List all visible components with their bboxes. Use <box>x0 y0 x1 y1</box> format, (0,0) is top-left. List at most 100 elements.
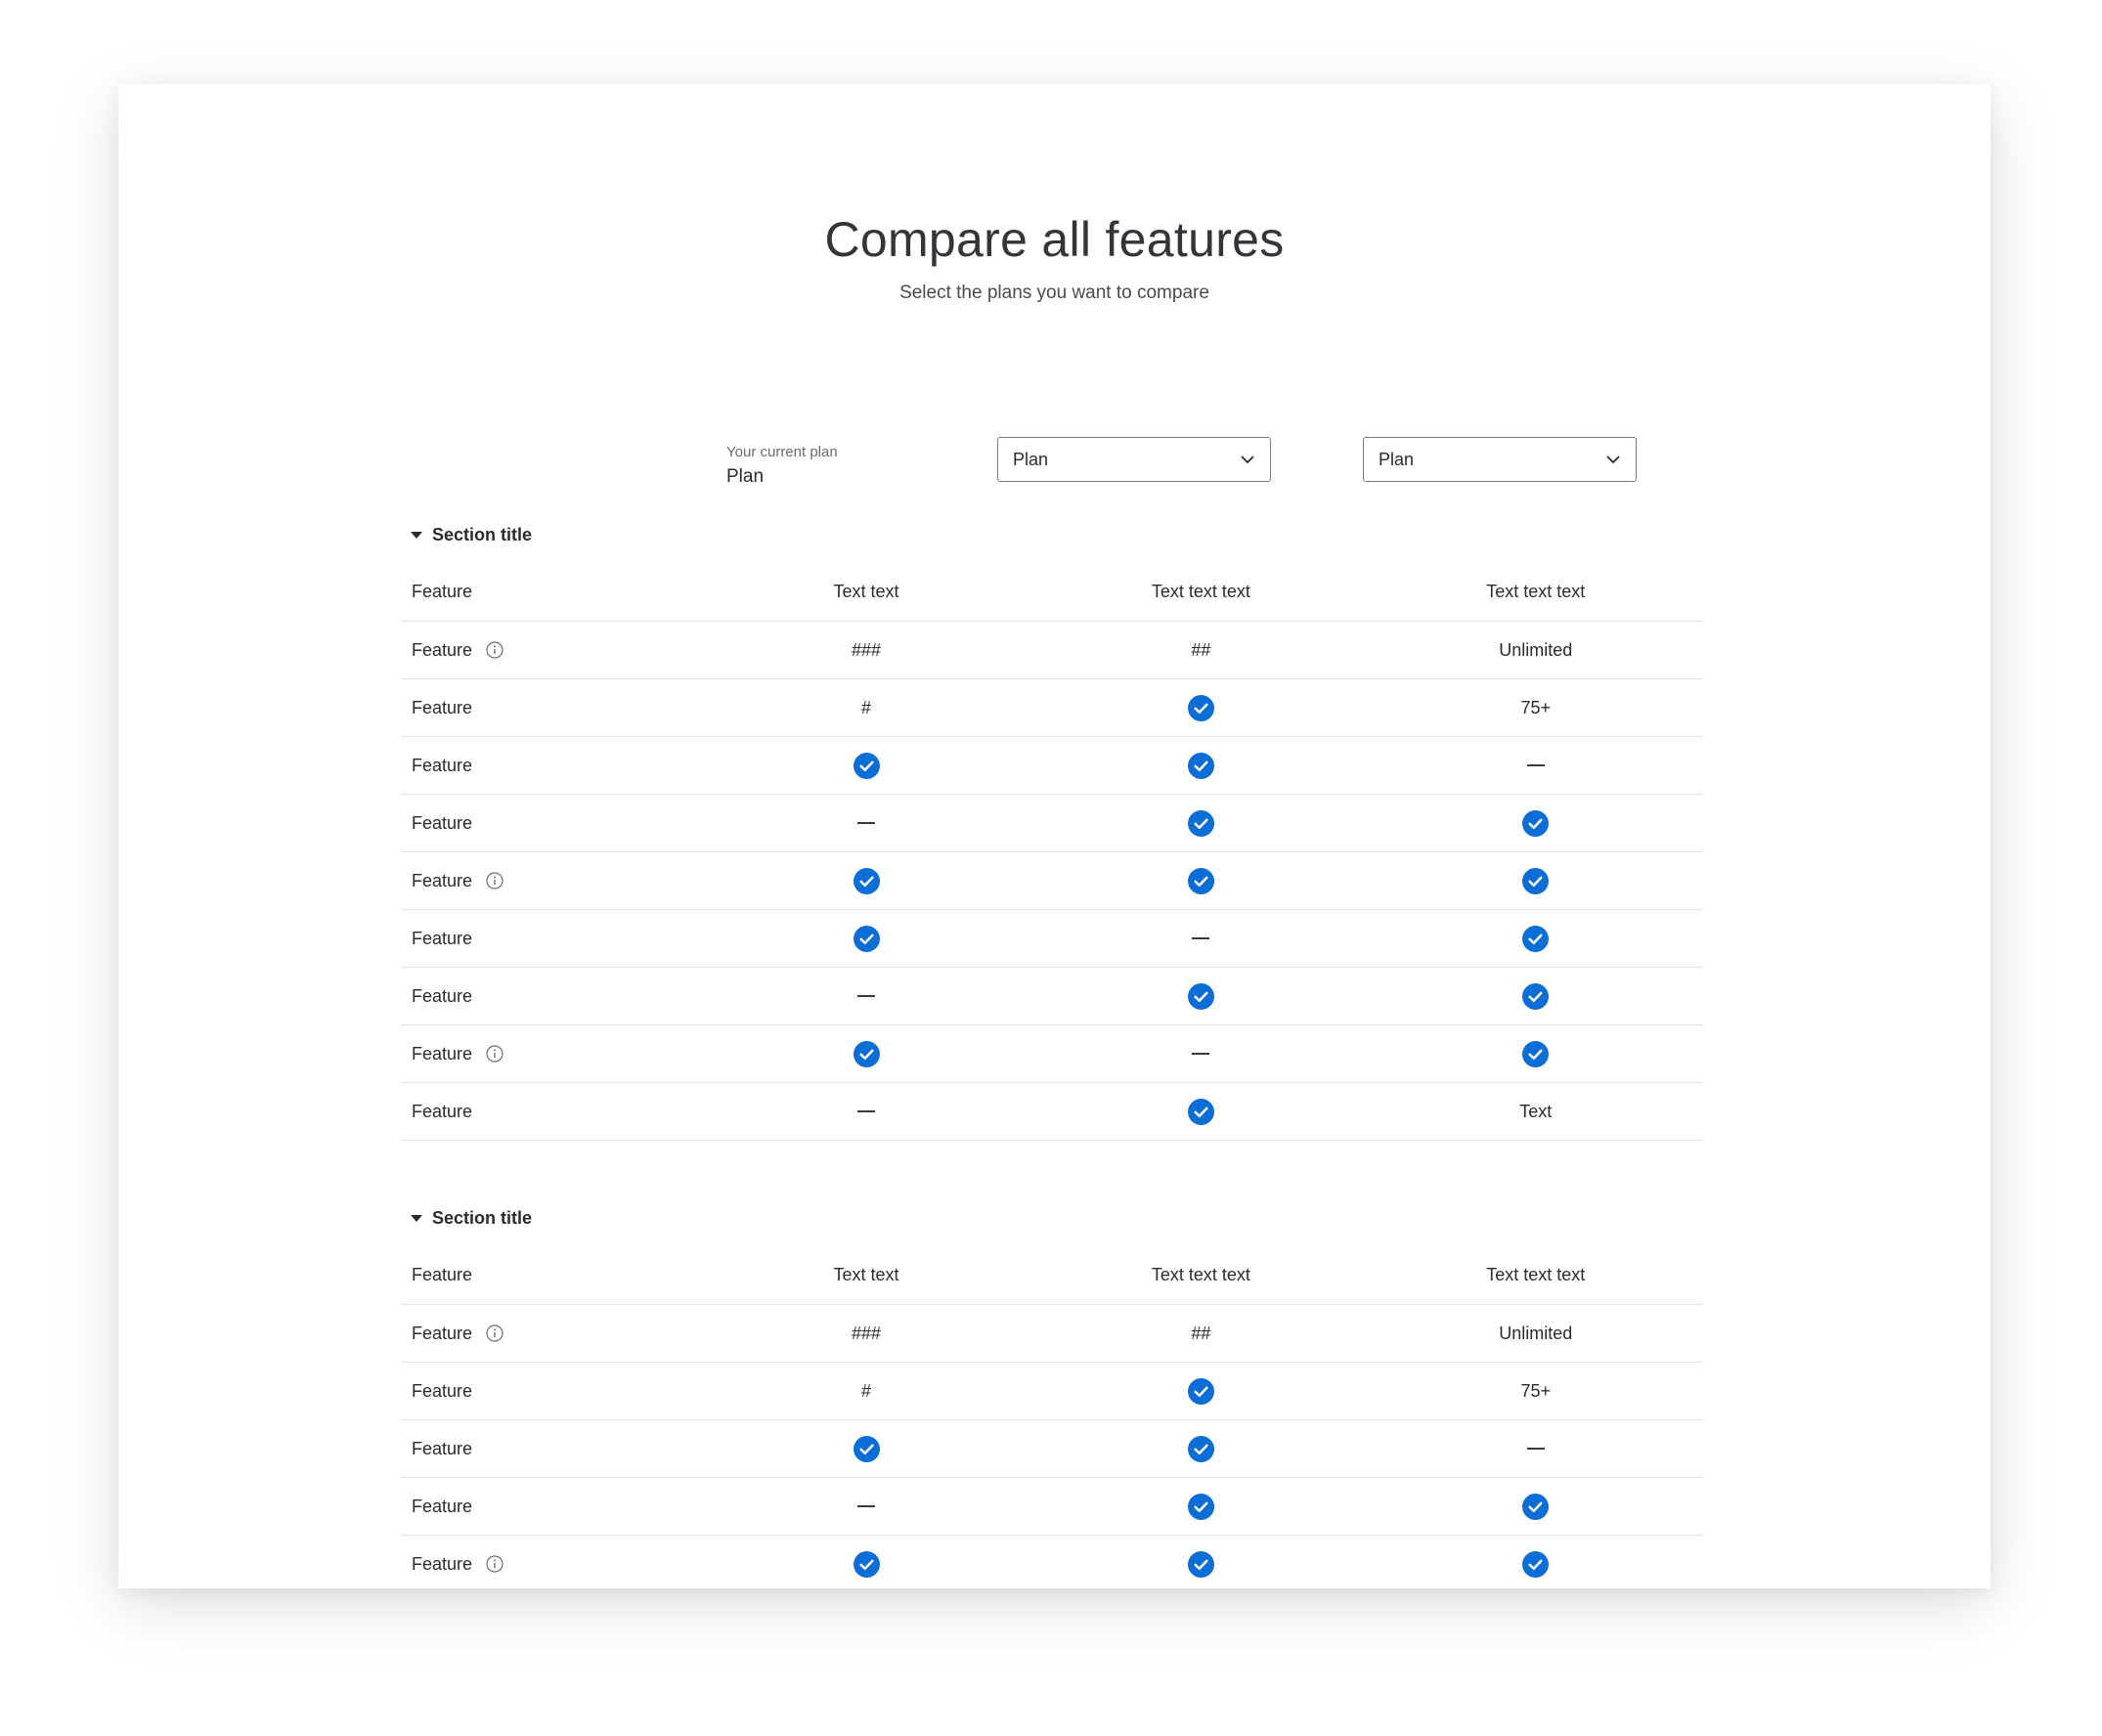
compare-features-card: Compare all features Select the plans yo… <box>118 84 1991 1588</box>
value-cell <box>1369 982 1703 1010</box>
value-cell <box>1033 867 1368 894</box>
value-cell <box>1369 1493 1703 1520</box>
table-row: Feature <box>401 1420 1703 1478</box>
check-circle-icon <box>853 867 880 894</box>
value-cell <box>699 1550 1033 1578</box>
feature-cell: Feature <box>401 986 699 1007</box>
table-row: Feature <box>401 1536 1703 1588</box>
table-header-row: Feature Text text Text text text Text text … <box>401 563 1703 622</box>
value-text: ## <box>1191 1323 1211 1343</box>
dash-icon <box>857 1110 876 1112</box>
feature-label: Feature <box>412 985 473 1006</box>
dash-icon <box>857 822 876 824</box>
value-text: # <box>861 697 872 717</box>
value-text: Unlimited <box>1499 1323 1573 1343</box>
table-row: Feature <box>401 910 1703 968</box>
table-row: Feature <box>401 737 1703 795</box>
feature-cell: Feature <box>401 813 699 834</box>
table-row: Feature #75+ <box>401 679 1703 737</box>
value-cell <box>1033 1493 1368 1520</box>
value-cell: ### <box>699 1324 1033 1344</box>
check-circle-icon <box>853 1550 880 1578</box>
feature-section-1: Section title Feature Text text Text text t… <box>401 506 1703 1141</box>
column-header-label: Feature <box>412 582 473 601</box>
feature-label: Feature <box>412 1323 473 1343</box>
current-plan: Your current plan Plan <box>726 444 838 488</box>
check-circle-icon <box>1522 1493 1550 1520</box>
value-text: 75+ <box>1520 697 1552 717</box>
value-cell: # <box>699 698 1033 718</box>
feature-label: Feature <box>412 1043 473 1063</box>
page-subtitle: Select the plans you want to compare <box>899 282 1209 303</box>
value-cell <box>699 925 1033 952</box>
value-cell <box>699 867 1033 894</box>
info-icon[interactable] <box>486 641 504 659</box>
dash-icon <box>1192 937 1210 939</box>
table-row: Feature <box>401 1478 1703 1536</box>
plan-select-1[interactable]: Plan <box>997 437 1271 482</box>
check-circle-icon <box>1187 982 1214 1010</box>
plan-select-2[interactable]: Plan <box>1363 437 1637 482</box>
value-cell <box>1033 809 1368 837</box>
check-circle-icon <box>1187 1435 1214 1462</box>
feature-cell: Feature <box>401 1324 699 1344</box>
column-header: Feature <box>401 1265 699 1285</box>
info-icon[interactable] <box>486 1555 504 1573</box>
feature-cell: Feature <box>401 1102 699 1122</box>
section-title: Section title <box>432 524 533 544</box>
section-title: Section title <box>432 1207 533 1228</box>
column-header-label: Feature <box>412 1265 473 1284</box>
check-circle-icon <box>1522 925 1550 952</box>
feature-label: Feature <box>412 1553 473 1574</box>
column-header: Feature <box>401 582 699 602</box>
check-circle-icon <box>1187 1377 1214 1405</box>
check-circle-icon <box>1187 1493 1214 1520</box>
feature-label: Feature <box>412 1496 473 1516</box>
caret-down-icon <box>411 1214 422 1222</box>
table-row: Feature <box>401 795 1703 852</box>
value-cell: ## <box>1033 1324 1368 1344</box>
check-circle-icon <box>853 1040 880 1067</box>
feature-cell: Feature <box>401 871 699 891</box>
feature-cell: Feature <box>401 756 699 776</box>
dash-icon <box>1526 764 1545 766</box>
dash-icon <box>857 995 876 997</box>
value-cell: 75+ <box>1369 1381 1703 1402</box>
section-header[interactable]: Section title <box>401 1190 1703 1246</box>
section-header[interactable]: Section title <box>401 506 1703 563</box>
table-row: Feature ### ## Unlimited <box>401 622 1703 679</box>
check-circle-icon <box>1522 1550 1550 1578</box>
feature-label: Feature <box>412 1380 473 1401</box>
value-cell <box>1033 1098 1368 1125</box>
value-cell <box>699 1435 1033 1462</box>
feature-label: Feature <box>412 639 473 660</box>
check-circle-icon <box>1522 982 1550 1010</box>
column-header: Text text <box>699 1265 1033 1285</box>
feature-cell: Feature <box>401 1044 699 1064</box>
info-icon[interactable] <box>486 872 504 890</box>
check-circle-icon <box>853 752 880 779</box>
value-cell: ## <box>1033 640 1368 661</box>
info-icon[interactable] <box>486 1324 504 1342</box>
value-cell: Unlimited <box>1369 640 1703 661</box>
feature-section-2: Section title Feature Text text Text text t… <box>401 1190 1703 1588</box>
dash-icon <box>1192 1053 1210 1055</box>
value-cell <box>699 822 1033 824</box>
feature-cell: Feature <box>401 929 699 949</box>
plan-select-2-value: Plan <box>1379 449 1415 469</box>
info-icon[interactable] <box>486 1045 504 1063</box>
column-header: Text text text <box>1369 582 1703 602</box>
feature-label: Feature <box>412 755 473 775</box>
table-row: Feature ### ## Unlimited <box>401 1305 1703 1363</box>
value-cell <box>1033 1550 1368 1578</box>
dash-icon <box>857 1505 876 1507</box>
value-cell <box>1033 694 1368 721</box>
feature-label: Feature <box>412 1438 473 1458</box>
value-cell: Unlimited <box>1369 1324 1703 1344</box>
column-header-label: Text text text <box>1151 582 1250 601</box>
column-header-label: Text text text <box>1486 1265 1586 1284</box>
table-row: Feature <box>401 852 1703 910</box>
column-header: Text text text <box>1033 582 1368 602</box>
value-cell: Text <box>1369 1102 1703 1122</box>
feature-cell: Feature <box>401 1439 699 1459</box>
